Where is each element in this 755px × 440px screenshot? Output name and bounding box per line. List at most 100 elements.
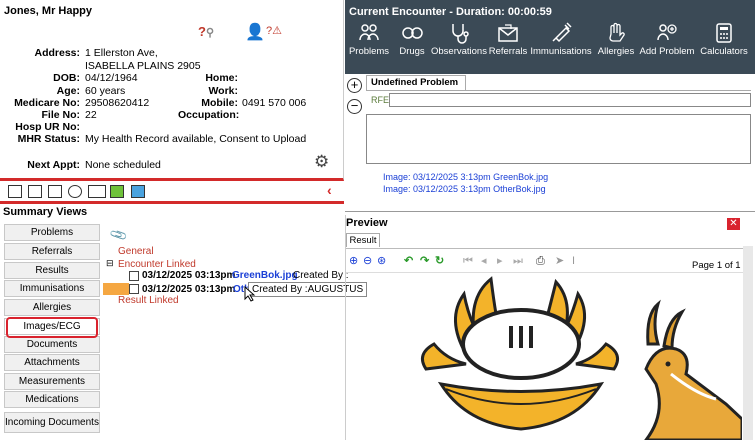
tree-collapse-icon[interactable]: ⊟ xyxy=(106,258,114,269)
hand-icon xyxy=(609,22,625,42)
nav-referrals[interactable]: Referrals xyxy=(4,243,100,260)
nav-incoming-documents[interactable]: Incoming Documents xyxy=(4,412,100,433)
immunisations-label: Immunisations xyxy=(530,46,592,57)
camera-icon[interactable] xyxy=(8,185,22,198)
address-label: Address: xyxy=(34,47,80,59)
immunisations-button[interactable]: Immunisations xyxy=(529,22,593,72)
tree-general[interactable]: General xyxy=(118,246,154,257)
calculators-button[interactable]: Calculators xyxy=(699,22,749,72)
add-problem-icon xyxy=(657,24,677,41)
patient-name: Jones, Mr Happy xyxy=(4,5,93,17)
warning-person-icon[interactable]: ?⚠ xyxy=(266,24,282,37)
referrals-button[interactable]: Referrals xyxy=(488,22,528,72)
allergies-label: Allergies xyxy=(597,46,635,57)
dob-label: DOB: xyxy=(53,72,80,84)
home-label: Home: xyxy=(205,72,238,84)
rotate-right-icon[interactable]: ↷ xyxy=(420,255,429,267)
next-page-icon[interactable]: ▸ xyxy=(497,255,503,267)
address-line1: 1 Ellerston Ave, xyxy=(85,47,158,59)
stethoscope-icon xyxy=(452,24,469,44)
gear-icon[interactable]: ⚙ xyxy=(314,152,329,172)
nav-documents[interactable]: Documents xyxy=(4,336,100,353)
clipboard-icon[interactable] xyxy=(28,185,42,198)
protea-flower-logo xyxy=(420,276,620,431)
person-icon[interactable]: 👤 xyxy=(245,22,265,42)
encounter-toolbar: Current Encounter - Duration: 00:00:59 P… xyxy=(345,0,755,74)
item1-date[interactable]: 03/12/2025 03:13pm xyxy=(142,270,235,281)
preview-toolbar: ⊕ ⊖ ⊛ ↶ ↷ ↻ ⏮ ◂ ▸ ⏭ ⎙ ➤ I xyxy=(346,248,744,273)
print-icon[interactable]: ⎙ xyxy=(536,255,545,267)
preview-scrollbar[interactable] xyxy=(743,246,753,440)
text-cursor-icon[interactable]: I xyxy=(572,255,575,267)
zoom-in-icon[interactable]: ⊕ xyxy=(349,255,358,267)
pointer-icon[interactable]: ➤ xyxy=(555,255,564,267)
rfe-input[interactable] xyxy=(389,93,751,107)
add-problem-button[interactable]: Add Problem xyxy=(639,22,695,72)
problems-label: Problems xyxy=(348,46,390,57)
envelope-icon xyxy=(498,24,518,42)
redo-icon[interactable]: ↻ xyxy=(435,255,444,267)
rotate-left-icon[interactable]: ↶ xyxy=(404,255,413,267)
next-appt-value: None scheduled xyxy=(85,159,161,171)
item2-date[interactable]: 03/12/2025 03:13pm xyxy=(142,284,235,295)
nav-medications[interactable]: Medications xyxy=(4,391,100,408)
collapse-arrow-icon[interactable]: ‹ xyxy=(327,182,332,198)
drugs-button[interactable]: Drugs xyxy=(395,22,429,72)
tree-encounter-linked[interactable]: Encounter Linked xyxy=(118,259,196,270)
observations-button[interactable]: Observations xyxy=(431,22,487,72)
summary-toolbar: ‹ xyxy=(0,182,344,200)
paperclip-icon[interactable]: 📎 xyxy=(109,225,129,245)
document-icon[interactable] xyxy=(48,185,62,198)
age-label: Age: xyxy=(56,85,80,97)
observations-label: Observations xyxy=(431,46,487,57)
nav-measurements[interactable]: Measurements xyxy=(4,373,100,390)
nav-problems[interactable]: Problems xyxy=(4,224,100,241)
alert-icon[interactable]: ?⚲ xyxy=(198,24,214,39)
add-circle-icon[interactable]: + xyxy=(347,78,362,93)
image-line-1[interactable]: Image: 03/12/2025 3:13pm GreenBok.jpg xyxy=(383,172,548,182)
images-tree: 📎 General ⊟ Encounter Linked 03/12/2025 … xyxy=(101,222,349,440)
mouse-cursor-icon xyxy=(244,286,256,302)
item1-checkbox[interactable] xyxy=(129,271,139,281)
problems-button[interactable]: Problems xyxy=(347,22,391,72)
nav-allergies[interactable]: Allergies xyxy=(4,299,100,316)
allergies-button[interactable]: Allergies xyxy=(595,22,637,72)
address-line2: ISABELLA PLAINS 2905 xyxy=(85,60,201,72)
dob-value: 04/12/1964 xyxy=(85,72,138,84)
tree-result-linked[interactable]: Result Linked xyxy=(118,295,179,306)
mobile-value: 0491 570 006 xyxy=(242,97,307,109)
medicare-label: Medicare No: xyxy=(14,97,80,109)
occupation-label: Occupation: xyxy=(178,109,240,121)
close-icon[interactable]: ✕ xyxy=(727,218,740,230)
ecg-icon[interactable] xyxy=(88,185,106,198)
image-icon[interactable] xyxy=(131,185,145,198)
nav-results[interactable]: Results xyxy=(4,262,100,279)
image-line-2[interactable]: Image: 03/12/2025 3:13pm OtherBok.jpg xyxy=(383,184,546,194)
stethoscope-icon[interactable] xyxy=(68,185,82,198)
preview-image xyxy=(420,276,742,440)
zoom-out-icon[interactable]: ⊖ xyxy=(363,255,372,267)
mhr-label: MHR Status: xyxy=(17,133,80,145)
summary-views-header: Summary Views xyxy=(0,201,344,220)
vaccine-icon[interactable] xyxy=(110,185,124,198)
item1-file[interactable]: GreenBok.jpg xyxy=(232,270,298,281)
tab-result[interactable]: Result xyxy=(346,233,380,247)
patient-panel: Jones, Mr Happy ?⚲ 👤 ?⚠ Address: 1 Eller… xyxy=(0,0,344,181)
age-value: 60 years xyxy=(85,85,126,97)
nav-immunisations[interactable]: Immunisations xyxy=(4,280,100,297)
calculators-label: Calculators xyxy=(700,46,748,57)
remove-circle-icon[interactable]: − xyxy=(347,99,362,114)
mhr-value: My Health Record available, Consent to U… xyxy=(85,133,307,145)
pill-icon xyxy=(402,27,423,39)
nav-attachments[interactable]: Attachments xyxy=(4,354,100,371)
prev-page-icon[interactable]: ◂ xyxy=(481,255,487,267)
tab-undefined-problem[interactable]: Undefined Problem xyxy=(366,75,466,90)
referrals-label: Referrals xyxy=(488,46,528,57)
file-value: 22 xyxy=(85,109,97,121)
problems-icon xyxy=(359,24,379,41)
zoom-fit-icon[interactable]: ⊛ xyxy=(377,255,386,267)
first-page-icon[interactable]: ⏮ xyxy=(463,255,473,267)
item2-checkbox[interactable] xyxy=(129,284,139,294)
encounter-notes[interactable] xyxy=(366,114,751,164)
last-page-icon[interactable]: ⏭ xyxy=(513,255,523,267)
